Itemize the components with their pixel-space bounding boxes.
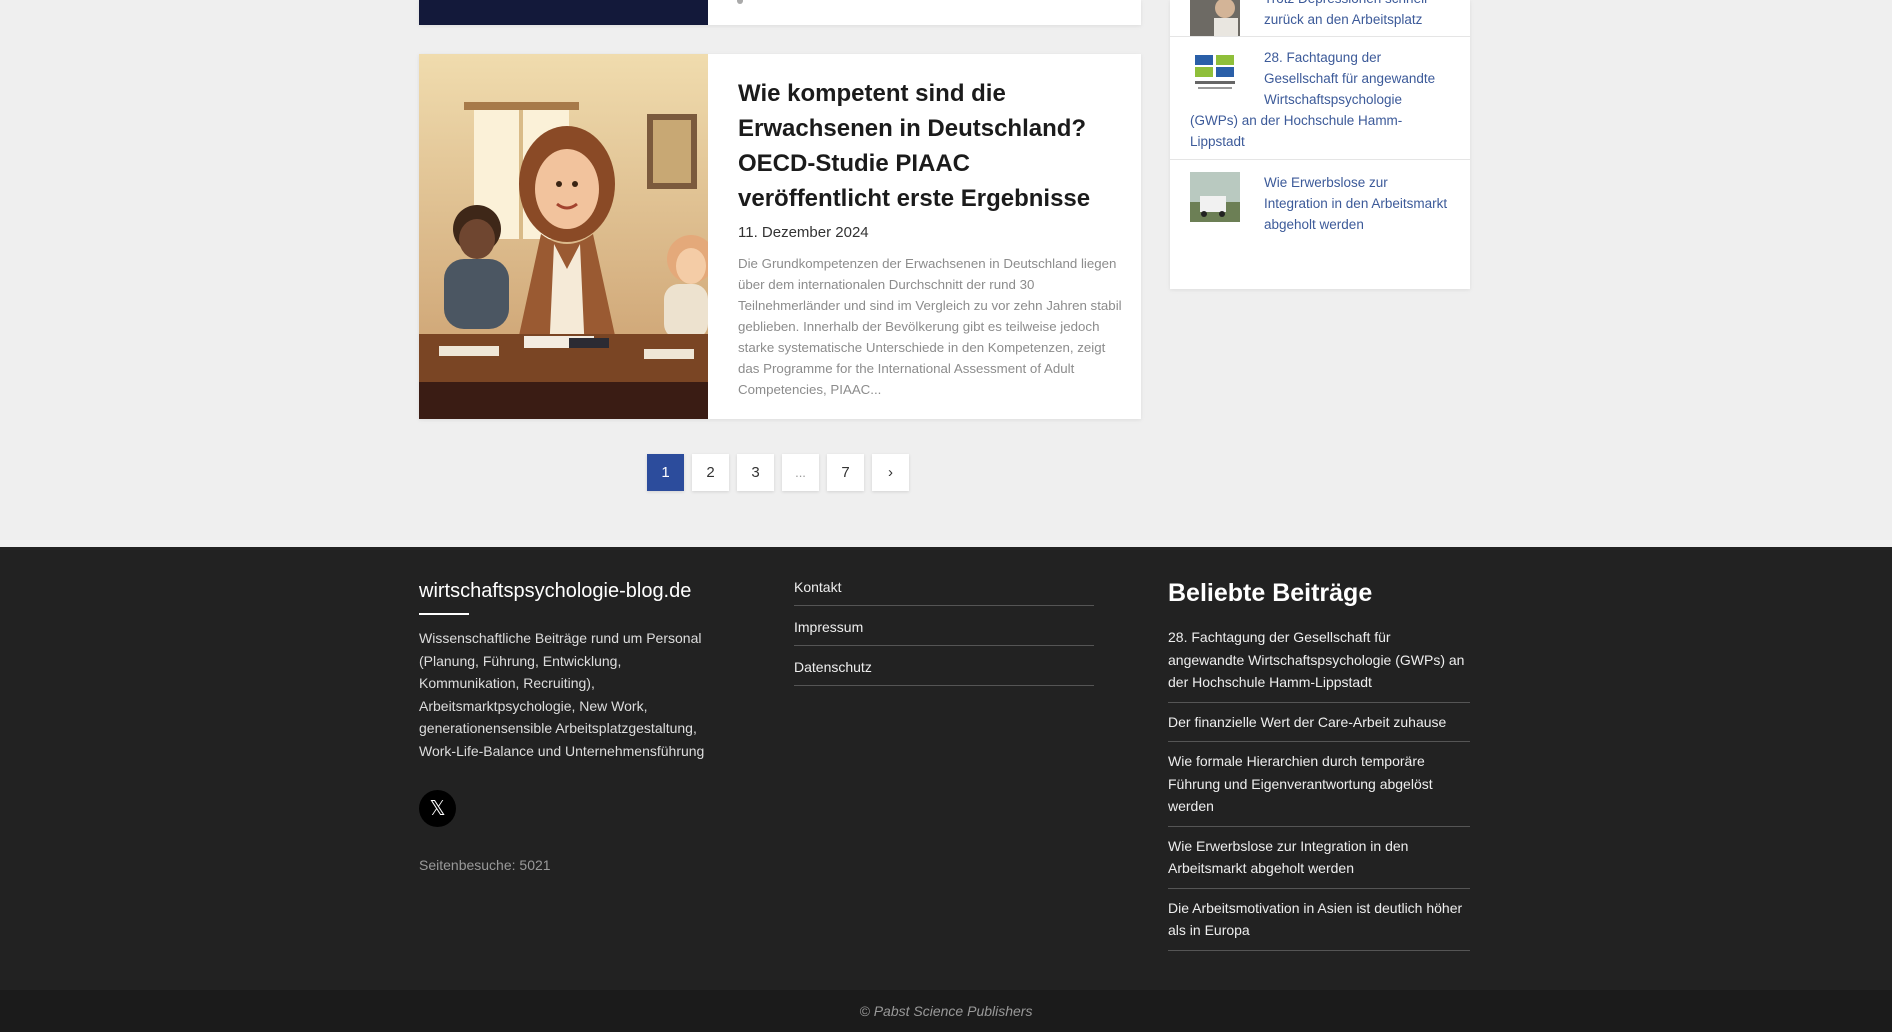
page-button-7[interactable]: 7 (827, 454, 864, 491)
page-button-3[interactable]: 3 (737, 454, 774, 491)
footer-link-datenschutz[interactable]: Datenschutz (794, 659, 1094, 686)
article-card-previous[interactable] (419, 0, 1141, 25)
popular-post-link[interactable]: Wie formale Hierarchien durch temporäre … (1168, 750, 1470, 827)
sidebar-item[interactable]: Trotz Depressionen schnell zurück an den… (1170, 0, 1470, 37)
footer-site-description: Wissenschaftliche Beiträge rund um Perso… (419, 630, 705, 759)
page-ellipsis: ... (782, 454, 819, 491)
visit-counter: Seitenbesuche: 5021 (419, 857, 551, 873)
main-content: Wie kompetent sind die Erwachsenen in De… (0, 0, 1892, 547)
popular-posts-heading: Beliebte Beiträge (1168, 579, 1373, 607)
hochschule-logo-icon[interactable] (1190, 47, 1240, 97)
footer-popular-posts: Beliebte Beiträge 28. Fachtagung der Ges… (1168, 579, 1470, 959)
page-button-2[interactable]: 2 (692, 454, 729, 491)
popular-post-link[interactable]: Der finanzielle Wert der Care-Arbeit zuh… (1168, 711, 1470, 742)
article-thumbnail[interactable] (419, 0, 708, 25)
popular-post-link[interactable]: Die Arbeitsmotivation in Asien ist deutl… (1168, 897, 1470, 951)
title-underline (419, 613, 469, 615)
footer-site-title[interactable]: wirtschaftspsychologie-blog.de (419, 580, 719, 603)
footer-link-impressum[interactable]: Impressum (794, 619, 1094, 646)
next-page-button[interactable]: › (872, 454, 909, 491)
article-date: 11. Dezember 2024 (738, 224, 869, 241)
footer: wirtschaftspsychologie-blog.de Wissensch… (0, 547, 1892, 990)
footer-link-kontakt[interactable]: Kontakt (794, 579, 1094, 606)
pagination: 1 2 3 ... 7 › (647, 454, 909, 491)
sidebar-item-label[interactable]: Trotz Depressionen schnell zurück an den… (1264, 0, 1427, 27)
article-excerpt: Die Grundkompetenzen der Erwachsenen in … (738, 256, 1122, 397)
popular-post-link[interactable]: 28. Fachtagung der Gesellschaft für ange… (1168, 626, 1470, 703)
article-thumbnail[interactable] (419, 54, 708, 419)
x-social-icon[interactable]: 𝕏 (419, 790, 456, 827)
page-button-1[interactable]: 1 (647, 454, 684, 491)
post-thumbnail[interactable] (1190, 172, 1240, 222)
article-card[interactable]: Wie kompetent sind die Erwachsenen in De… (419, 54, 1141, 419)
sidebar-item-label[interactable]: Wie Erwerbslose zur Integration in den A… (1264, 175, 1447, 232)
sidebar-item[interactable]: Wie Erwerbslose zur Integration in den A… (1170, 160, 1470, 260)
article-title[interactable]: Wie kompetent sind die Erwachsenen in De… (738, 76, 1123, 216)
text-fragment (737, 0, 743, 4)
sidebar-widget-recent-posts: Trotz Depressionen schnell zurück an den… (1170, 0, 1470, 289)
post-thumbnail[interactable] (1190, 0, 1240, 36)
footer-links: Kontakt Impressum Datenschutz (794, 579, 1094, 699)
popular-post-link[interactable]: Wie Erwerbslose zur Integration in den A… (1168, 835, 1470, 889)
footer-about: wirtschaftspsychologie-blog.de Wissensch… (419, 580, 719, 873)
copyright-bar: © Pabst Science Publishers (0, 990, 1892, 1032)
sidebar-item[interactable]: 28. Fachtagung der Gesellschaft für ange… (1170, 37, 1470, 160)
teacher-illustration (419, 54, 708, 419)
